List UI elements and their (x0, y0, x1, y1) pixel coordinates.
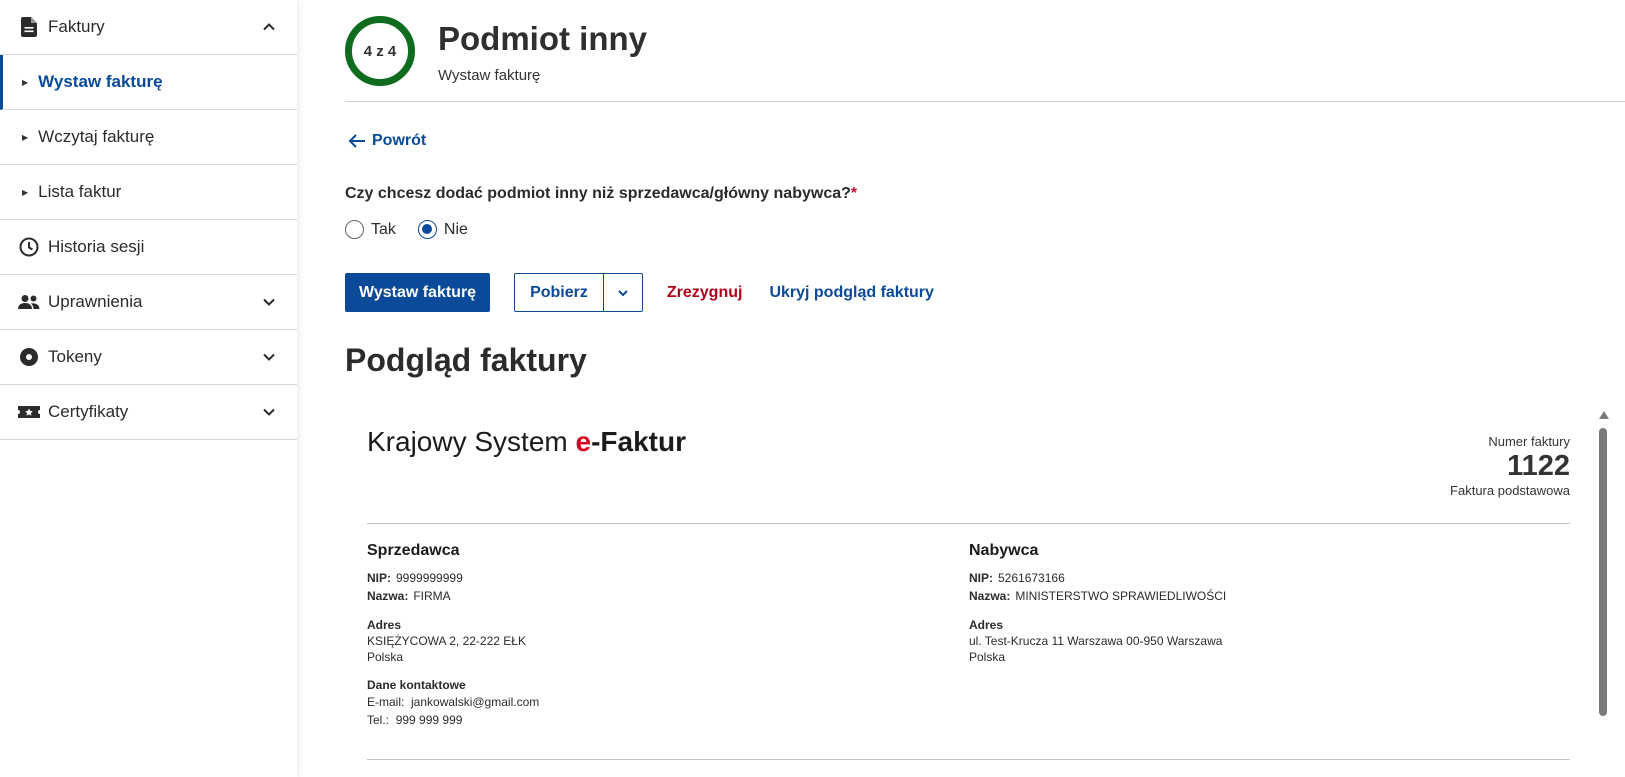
chevron-down-icon (618, 289, 628, 296)
invoice-number: 1122 (1507, 450, 1570, 482)
seller-title: Sprzedawca (367, 542, 460, 559)
phone-label: Tel.: (367, 713, 390, 727)
scroll-up-arrow-icon[interactable] (1599, 411, 1609, 419)
sidebar-item-tokeny[interactable]: Tokeny (0, 330, 297, 385)
radio-label: Tak (371, 220, 396, 238)
sidebar-item-wystaw-fakture[interactable]: ▶ Wystaw fakturę (0, 55, 297, 110)
invoice-divider (367, 759, 1570, 760)
seller-email: jankowalski@gmail.com (411, 695, 540, 709)
chevron-down-icon (261, 349, 277, 365)
sidebar-item-wczytaj-fakture[interactable]: ▶ Wczytaj fakturę (0, 110, 297, 165)
step-indicator: 4 z 4 (345, 16, 415, 86)
address-title: Adres (367, 618, 402, 632)
sidebar-item-historia-sesji[interactable]: Historia sesji (0, 220, 297, 275)
invoice-preview: Krajowy System e-Faktur Numer faktury 11… (367, 412, 1570, 777)
chevron-down-icon (261, 404, 277, 420)
seller-phone: 999 999 999 (395, 713, 463, 727)
buyer-section: Nabywca NIP: 5261673166 Nazwa: MINISTERSTW… (969, 542, 1226, 665)
contact-title: Dane kontaktowe (367, 678, 466, 692)
main-content: 4 z 4 Podmiot inny Wystaw fakturę Powrót… (345, 0, 1625, 777)
sidebar-item-label: Tokeny (48, 347, 102, 366)
nip-label: NIP: (969, 571, 993, 585)
question-text: Czy chcesz dodać podmiot inny niż sprzed… (345, 185, 851, 202)
page-subtitle: Wystaw fakturę (438, 67, 541, 84)
caret-right-icon: ▶ (22, 132, 29, 142)
logo-e: e (575, 426, 592, 457)
name-label: Nazwa: (969, 589, 1011, 603)
caret-right-icon: ▶ (22, 187, 29, 197)
buyer-title: Nabywca (969, 542, 1039, 559)
sidebar-item-label: Wczytaj fakturę (38, 127, 155, 146)
sidebar-item-label: Lista faktur (38, 182, 122, 201)
buyer-address-line1: ul. Test-Krucza 11 Warszawa 00-950 Warsz… (969, 634, 1223, 648)
name-label: Nazwa: (367, 589, 409, 603)
arrow-left-icon (348, 134, 365, 148)
sidebar-item-label: Wystaw fakturę (38, 72, 163, 91)
radio-label: Nie (443, 220, 468, 238)
seller-nip: 9999999999 (396, 571, 463, 585)
seller-address-line1: KSIĘŻYCOWA 2, 22-222 EŁK (367, 634, 526, 648)
token-icon (18, 346, 40, 368)
sidebar-item-lista-faktur[interactable]: ▶ Lista faktur (0, 165, 297, 220)
address-title: Adres (969, 618, 1004, 632)
invoice-number-label: Numer faktury (1488, 434, 1570, 449)
chevron-up-icon (261, 19, 277, 35)
download-button[interactable]: Pobierz (515, 274, 604, 311)
buyer-address-line2: Polska (969, 650, 1006, 664)
step-counter: 4 z 4 (363, 42, 397, 60)
radio-group: Tak Nie (345, 220, 490, 239)
header-divider (345, 101, 1625, 102)
seller-section: Sprzedawca NIP: 9999999999 Nazwa: FIRMA Ad… (367, 542, 539, 729)
cancel-link[interactable]: Zrezygnuj (667, 284, 743, 302)
hide-preview-link[interactable]: Ukryj podgląd faktury (769, 284, 933, 302)
document-icon (18, 16, 40, 38)
preview-heading: Podgląd faktury (345, 342, 587, 378)
buyer-nip: 5261673166 (998, 571, 1065, 585)
download-dropdown-toggle[interactable] (604, 274, 642, 311)
chevron-down-icon (261, 294, 277, 310)
sidebar-item-faktury[interactable]: Faktury (0, 0, 297, 55)
preview-scrollbar[interactable] (1599, 428, 1607, 716)
buyer-name: MINISTERSTWO SPRAWIEDLIWOŚCI (1015, 589, 1227, 603)
required-mark: * (850, 185, 858, 202)
download-split-button: Pobierz (514, 273, 643, 312)
seller-name: FIRMA (413, 589, 451, 603)
nip-label: NIP: (367, 571, 391, 585)
users-icon (18, 291, 40, 313)
invoice-type: Faktura podstawowa (1450, 483, 1570, 498)
sidebar: Faktury ▶ Wystaw fakturę ▶ Wczytaj faktu… (0, 0, 297, 777)
question-label: Czy chcesz dodać podmiot inny niż sprzed… (345, 185, 857, 203)
sidebar-item-label: Uprawnienia (48, 292, 143, 311)
sidebar-item-label: Faktury (48, 17, 105, 36)
seller-address-line2: Polska (367, 650, 404, 664)
logo-text: Krajowy System (367, 426, 576, 457)
invoice-divider (367, 523, 1570, 524)
radio-tak[interactable]: Tak (345, 220, 396, 239)
certificate-icon (18, 401, 40, 423)
ksef-logo: Krajowy System e-Faktur (367, 426, 686, 458)
email-label: E-mail: (367, 695, 405, 709)
caret-right-icon: ▶ (22, 77, 29, 87)
sidebar-item-label: Certyfikaty (48, 402, 129, 421)
invoice-number-block: Numer faktury 1122 Faktura podstawowa (1450, 434, 1570, 498)
sidebar-item-uprawnienia[interactable]: Uprawnienia (0, 275, 297, 330)
action-bar: Wystaw fakturę Pobierz Zrezygnuj Ukryj p… (345, 273, 934, 312)
back-label: Powrót (372, 132, 427, 149)
radio-circle[interactable] (345, 220, 364, 239)
back-link[interactable]: Powrót (348, 132, 426, 150)
sidebar-item-label: Historia sesji (48, 237, 145, 256)
radio-circle-selected[interactable] (417, 220, 437, 239)
issue-invoice-button[interactable]: Wystaw fakturę (345, 273, 491, 312)
sidebar-item-certyfikaty[interactable]: Certyfikaty (0, 385, 297, 440)
radio-nie[interactable]: Nie (417, 220, 468, 239)
page-title: Podmiot inny (438, 20, 647, 57)
clock-icon (18, 236, 40, 258)
logo-faktur: -Faktur (591, 426, 686, 457)
